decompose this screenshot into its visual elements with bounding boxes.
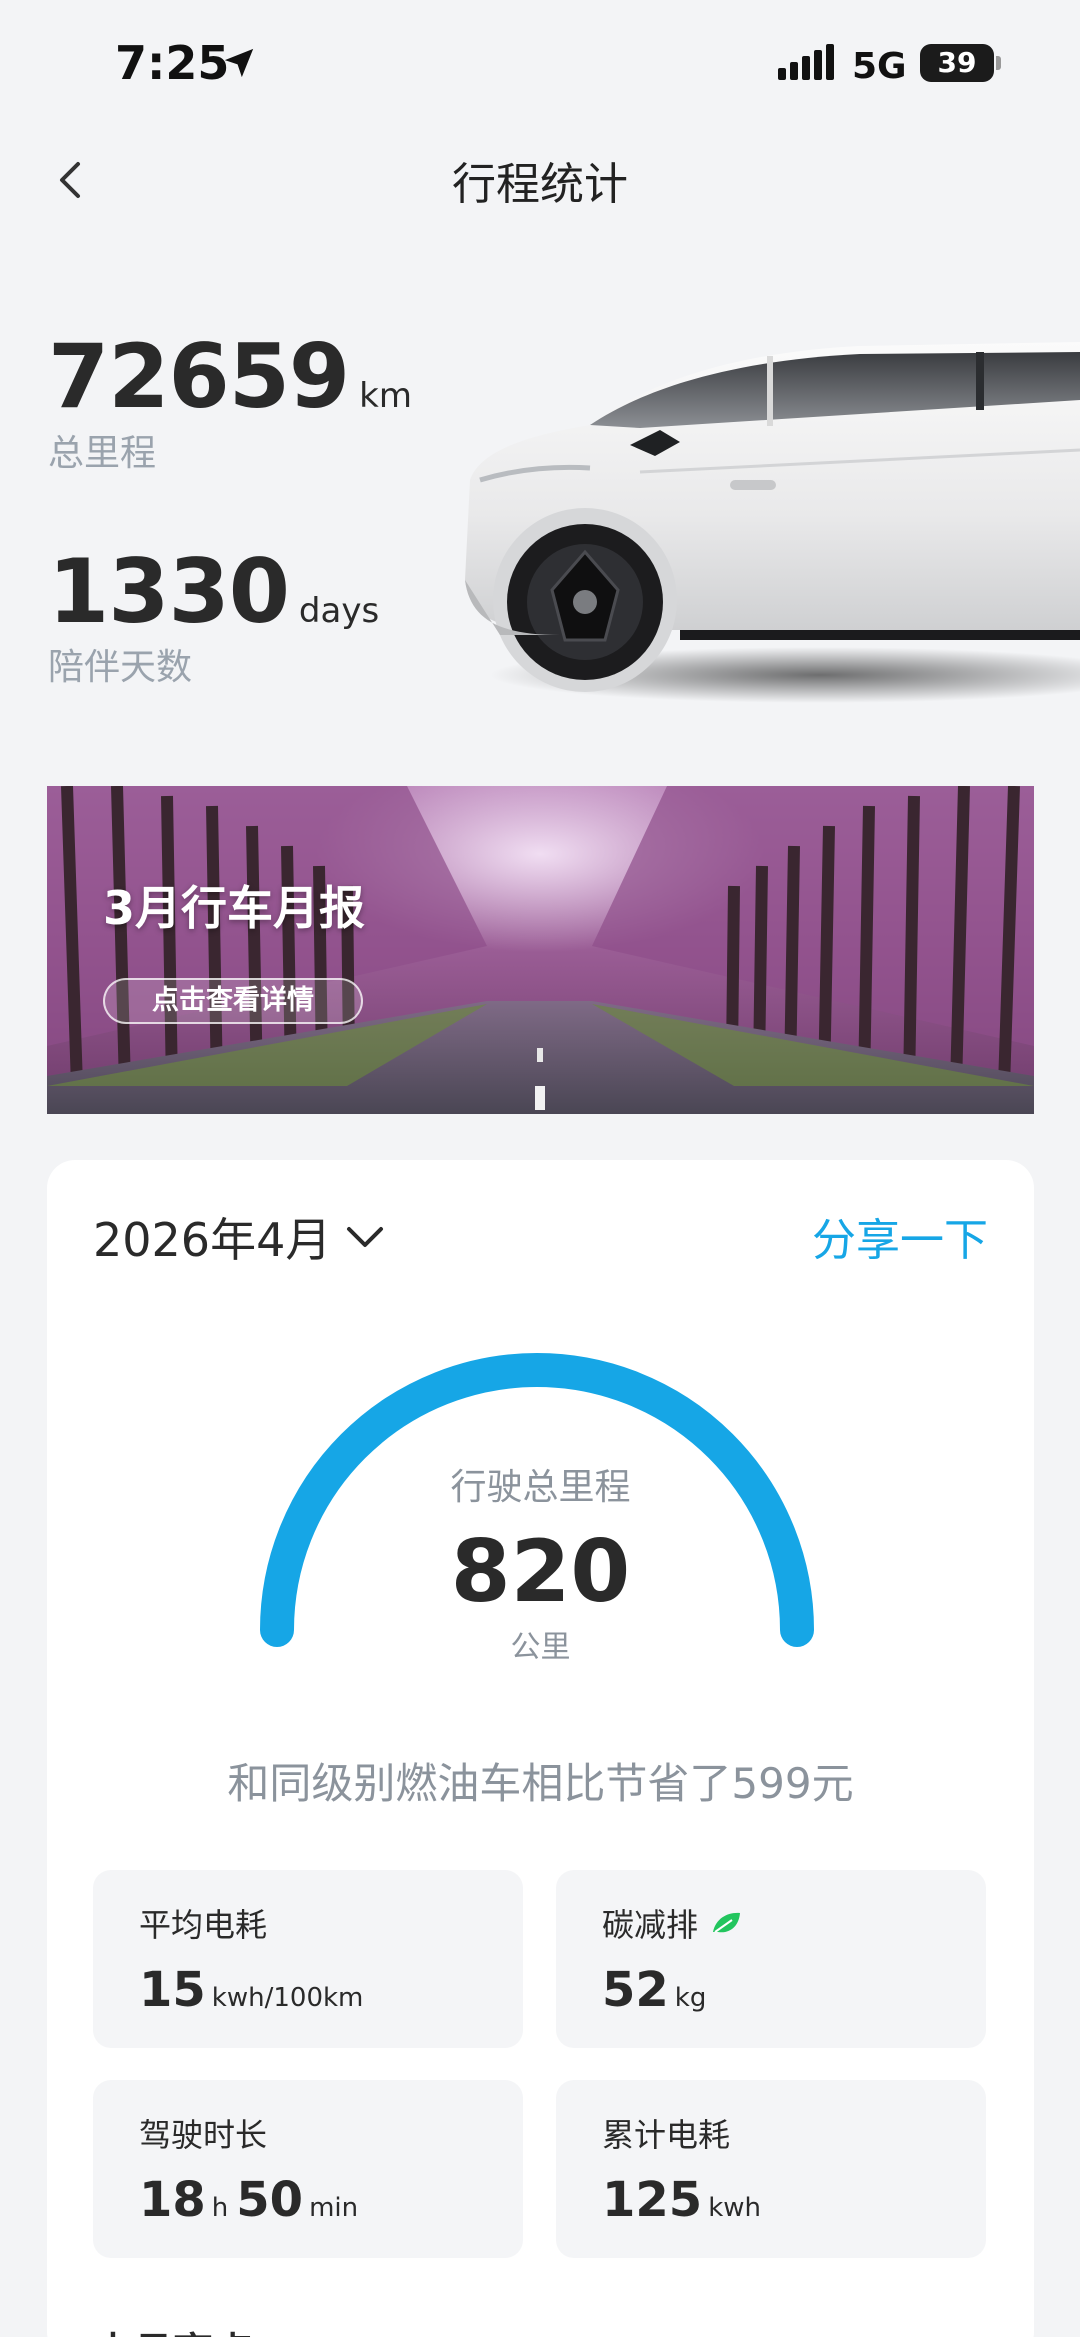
metric-title: 累计电耗 xyxy=(602,2116,731,2154)
metric-value: 15 kwh/100km xyxy=(139,1962,371,2018)
metric-unit: kwh xyxy=(708,2193,762,2223)
metric-total-consumption: 累计电耗 125 kwh xyxy=(556,2080,986,2258)
location-arrow-icon xyxy=(224,48,254,78)
companion-days-label: 陪伴天数 xyxy=(48,647,193,688)
metric-value: 52 kg xyxy=(602,1962,714,2018)
navigation-bar: 行程统计 xyxy=(0,130,1080,230)
metric-title: 驾驶时长 xyxy=(139,2116,268,2154)
metric-value: 18 h 50 min xyxy=(139,2172,366,2228)
metric-number-hours: 18 xyxy=(139,2172,206,2228)
metric-title-row: 碳减排 xyxy=(602,1900,742,1946)
month-selector[interactable]: 2026年4月 xyxy=(93,1204,385,1270)
signal-icon xyxy=(778,44,834,80)
section-title-highlights: 本月亮点 xyxy=(93,2320,253,2337)
leaf-icon xyxy=(713,1912,741,1933)
monthly-report-banner[interactable]: 3月行车月报 点击查看详情 xyxy=(47,786,1034,1114)
metric-driving-time: 驾驶时长 18 h 50 min xyxy=(93,2080,523,2258)
metric-number: 15 xyxy=(139,1962,206,2018)
gauge-value: 820 xyxy=(450,1522,631,1622)
metric-unit: kwh/100km xyxy=(211,1983,364,2013)
total-distance: 72659 km xyxy=(48,325,412,428)
gauge-label: 行驶总里程 xyxy=(450,1467,631,1508)
status-time: 7:25 xyxy=(115,36,230,90)
metric-carbon-reduction: 碳减排 52 kg xyxy=(556,1870,986,2048)
metric-title: 碳减排 xyxy=(602,1906,699,1944)
metric-number: 125 xyxy=(602,2172,703,2228)
chevron-down-icon xyxy=(347,1227,384,1247)
total-distance-value: 72659 xyxy=(48,325,350,428)
total-distance-label: 总里程 xyxy=(48,433,157,474)
metric-number: 52 xyxy=(602,1962,669,2018)
gauge-unit: 公里 xyxy=(510,1630,571,1665)
metric-unit-hours: h xyxy=(211,2193,229,2223)
trip-statistics-page: 7:25 5G 39 行程统计 72659 km 总里程 1330 days 陪伴天… xyxy=(0,0,1080,2337)
total-distance-unit: km xyxy=(359,376,412,416)
month-label: 2026年4月 xyxy=(93,1213,332,1267)
battery-indicator: 39 xyxy=(920,44,994,82)
monthly-report-card: 2026年4月 分享一下 行驶总里程 820 公里 和同级别燃油车相比节省了59… xyxy=(47,1160,1034,2337)
metric-unit-minutes: min xyxy=(309,2193,359,2223)
metric-number-minutes: 50 xyxy=(236,2172,304,2228)
cherry-blossom-road-image xyxy=(47,786,1034,1114)
metric-avg-consumption: 平均电耗 15 kwh/100km xyxy=(93,1870,523,2048)
metric-value: 125 kwh xyxy=(602,2172,769,2228)
metric-unit: kg xyxy=(674,1983,707,2013)
companion-days: 1330 days xyxy=(48,540,379,643)
page-title: 行程统计 xyxy=(452,159,628,210)
view-details-button[interactable]: 点击查看详情 xyxy=(103,978,363,1024)
network-type: 5G xyxy=(852,46,907,87)
share-button[interactable]: 分享一下 xyxy=(812,1204,988,1268)
battery-nub xyxy=(996,56,1001,70)
companion-days-value: 1330 xyxy=(48,540,290,643)
status-bar: 7:25 5G 39 xyxy=(0,0,1080,130)
car-image xyxy=(465,342,1080,703)
banner-title: 3月行车月报 xyxy=(103,881,366,935)
companion-days-unit: days xyxy=(298,591,380,631)
metric-title: 平均电耗 xyxy=(139,1906,268,1944)
savings-text: 和同级别燃油车相比节省了599元 xyxy=(227,1759,854,1808)
